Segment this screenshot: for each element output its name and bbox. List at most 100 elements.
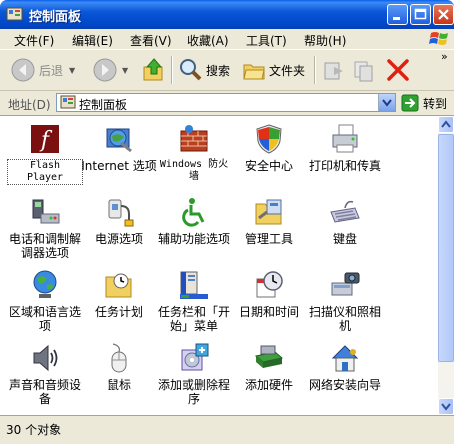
scroll-down-button[interactable] [438,398,454,415]
forward-button[interactable]: ▼ [92,54,128,86]
item-label: 辅助功能选项 [157,232,230,246]
control-panel-icon [6,7,23,21]
item-label: 扫描仪和照相机 [308,305,381,333]
go-button[interactable]: 转到 [401,93,447,113]
item-label: 安全中心 [244,159,293,173]
list-item[interactable]: 添加或删除程序 [156,342,232,406]
move-to-icon [324,62,343,80]
list-item[interactable]: 打印机和传真 [307,123,383,173]
list-item[interactable]: 任务计划 [81,269,157,319]
list-item[interactable]: Internet 选项 [81,123,157,173]
item-label: Windows 防火墙 [159,159,229,182]
vertical-scrollbar[interactable] [438,116,454,415]
address-dropdown-button[interactable] [378,94,395,111]
item-label: 鼠标 [106,378,131,392]
chevron-down-icon [382,99,392,107]
folders-button[interactable]: 文件夹 [242,54,305,86]
list-item[interactable]: 鼠标 [81,342,157,392]
control-panel-icon [60,95,76,109]
menu-help[interactable]: 帮助(H) [304,32,346,49]
item-label: 电源选项 [94,232,143,246]
maximize-icon [414,8,427,20]
item-label: 声音和音频设备 [8,378,81,406]
toolbar-chevron-icon[interactable]: » [441,50,448,63]
move-to-button[interactable] [322,54,346,86]
list-item[interactable]: 电源选项 [81,196,157,246]
list-item[interactable]: 电话和调制解调器选项 [7,196,83,260]
add-remove-icon [181,343,209,371]
search-button[interactable]: 搜索 [177,54,230,86]
menu-tools[interactable]: 工具(T) [246,32,287,49]
item-label: Flash Player [7,159,83,185]
copy-to-icon [354,61,373,82]
item-label: 区域和语言选项 [8,305,81,333]
list-item[interactable]: 扫描仪和照相机 [307,269,383,333]
scanner-icon [331,272,360,296]
scroll-up-button[interactable] [438,116,454,133]
minimize-button[interactable] [387,4,408,25]
go-arrow-icon [401,94,419,112]
close-icon [438,9,449,20]
chevron-up-icon [441,120,451,128]
folder-up-icon [143,58,163,81]
internet-options-icon [106,128,132,153]
up-button[interactable] [142,54,166,86]
chevron-down-icon [441,403,451,411]
go-label: 转到 [423,96,448,111]
menu-bar: 文件(F) 编辑(E) 查看(V) 收藏(A) 工具(T) 帮助(H) [0,29,454,50]
list-item[interactable]: Windows 防火墙 [156,123,232,183]
item-label: 日期和时间 [238,305,299,319]
accessibility-icon [182,198,205,227]
back-dropdown-icon[interactable]: ▼ [69,66,75,75]
list-item[interactable]: 任务栏和「开始」菜单 [156,269,232,333]
list-item[interactable]: f Flash Player [7,123,83,185]
search-icon [180,59,202,81]
item-label: Internet 选项 [81,159,157,173]
address-label: 地址(D) [8,98,51,112]
list-item[interactable]: 键盘 [307,196,383,246]
back-button[interactable]: 后退 ▼ [10,54,75,86]
windows-logo-icon [426,29,454,49]
clock-icon [256,271,283,298]
toolbar-separator [171,56,173,84]
phone-modem-icon [32,199,60,224]
address-input[interactable]: 控制面板 [56,93,396,112]
scroll-thumb[interactable] [438,134,454,362]
flash-icon: f [31,125,59,153]
maximize-button[interactable] [410,4,431,25]
list-item[interactable]: 网络安装向导 [307,342,383,392]
list-item[interactable]: 区域和语言选项 [7,269,83,333]
menu-view[interactable]: 查看(V) [130,32,172,49]
list-item[interactable]: 声音和音频设备 [7,342,83,406]
toolbar: 后退 ▼ ▼ 搜索 文件夹 [0,50,454,91]
globe-icon [33,270,57,298]
item-label: 任务栏和「开始」菜单 [157,305,230,333]
firewall-icon [180,125,208,152]
forward-dropdown-icon[interactable]: ▼ [122,66,128,75]
admin-tools-icon [255,199,282,225]
toolbar-separator [314,56,316,84]
list-item[interactable]: 日期和时间 [231,269,307,319]
copy-to-button[interactable] [352,54,376,86]
title-bar[interactable]: 控制面板 [0,0,454,29]
delete-button[interactable] [386,54,410,86]
item-label: 添加或删除程序 [157,378,230,406]
list-item[interactable]: 安全中心 [231,123,307,173]
mouse-icon [111,343,127,373]
menu-edit[interactable]: 编辑(E) [72,32,113,49]
menu-favorites[interactable]: 收藏(A) [187,32,229,49]
list-item[interactable]: 添加硬件 [231,342,307,392]
item-label: 任务计划 [94,305,143,319]
search-label: 搜索 [206,63,231,78]
item-label: 网络安装向导 [308,378,381,392]
menu-file[interactable]: 文件(F) [14,32,54,49]
list-item[interactable]: 辅助功能选项 [156,196,232,246]
list-item[interactable]: 管理工具 [231,196,307,246]
item-label: 打印机和传真 [308,159,381,173]
minimize-icon [393,17,400,20]
taskbar-icon [180,271,208,299]
close-button[interactable] [433,4,454,25]
back-label: 后退 [39,63,64,78]
status-text: 30 个对象 [6,423,62,437]
window-title: 控制面板 [29,10,82,25]
